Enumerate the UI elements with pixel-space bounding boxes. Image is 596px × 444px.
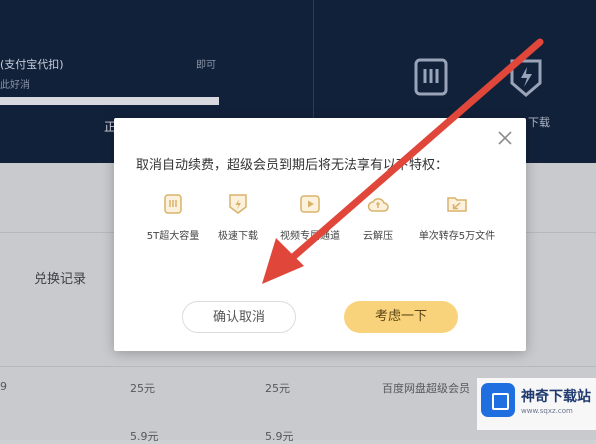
- watermark-url: www.sqxz.com: [521, 407, 573, 415]
- download-header-label: 下载: [528, 116, 550, 129]
- privilege-list: 5T超大容量 极速下载 视频专属通道 云解压 单次转存5万文件: [138, 193, 508, 253]
- video-play-icon: [300, 195, 320, 213]
- download-header-icon[interactable]: [507, 57, 545, 99]
- confirm-cancel-button[interactable]: 确认取消: [182, 301, 296, 333]
- dialog-message: 取消自动续费，超级会员到期后将无法享有以下特权：: [136, 158, 449, 173]
- privilege-item: 5T超大容量: [138, 193, 208, 242]
- privilege-item: 视频专属通道: [272, 193, 348, 242]
- redeem-history-tab[interactable]: 兑换记录: [34, 268, 86, 287]
- watermark-logo: [481, 383, 515, 417]
- speed-download-icon: [229, 194, 247, 214]
- privilege-label: 5T超大容量: [146, 231, 200, 242]
- folder-transfer-icon: [447, 197, 467, 212]
- expiry-text: 即可: [196, 60, 216, 71]
- capacity-progress-bar: [0, 97, 219, 105]
- close-icon[interactable]: [496, 129, 514, 147]
- privilege-label: 视频专属通道: [280, 231, 340, 242]
- table-cell: 9: [0, 380, 7, 393]
- cancel-auto-renew-dialog: 取消自动续费，超级会员到期后将无法享有以下特权： 5T超大容量 极速下载 视频专…: [114, 118, 526, 351]
- privilege-label: 极速下载: [218, 231, 258, 242]
- privilege-item: 极速下载: [210, 193, 266, 242]
- table-cell: 25元: [265, 382, 290, 395]
- table-cell: 5.9元: [265, 430, 294, 443]
- privilege-item: 云解压: [356, 193, 400, 242]
- payment-method-text: (支付宝代扣): [0, 58, 64, 71]
- consider-button[interactable]: 考虑一下: [344, 301, 458, 333]
- cloud-unzip-icon: [367, 198, 389, 212]
- site-watermark: 神奇下载站 www.sqxz.com: [477, 378, 596, 430]
- box-icon: [492, 393, 509, 410]
- privilege-label: 云解压: [363, 231, 393, 242]
- table-cell: 25元: [130, 382, 155, 395]
- table-cell: 5.9元: [130, 430, 159, 443]
- table-divider: [0, 366, 596, 367]
- storage-box-icon: [164, 194, 182, 214]
- watermark-name: 神奇下载站: [521, 389, 591, 405]
- privilege-label: 单次转存5万文件: [418, 231, 496, 242]
- table-cell: 百度网盘超级会员: [382, 382, 470, 395]
- storage-header-icon[interactable]: [413, 57, 449, 97]
- payment-subtext: 此好消: [0, 80, 30, 91]
- privilege-item: 单次转存5万文件: [406, 193, 508, 242]
